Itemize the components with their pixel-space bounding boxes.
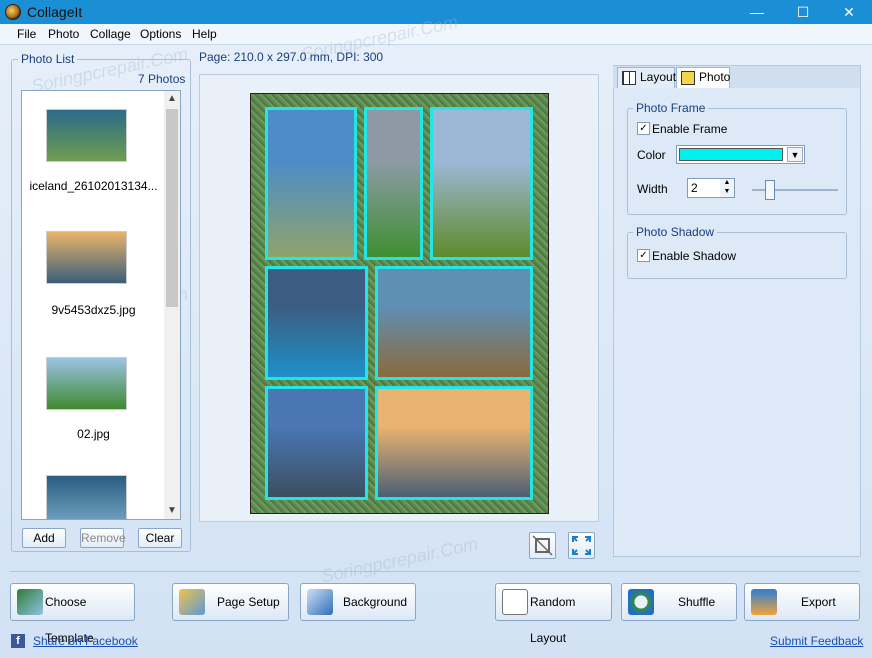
background-button[interactable]: Background (300, 583, 416, 621)
add-button[interactable]: Add (22, 528, 66, 548)
collage-photo (378, 269, 530, 377)
random-layout-label: Random Layout (530, 595, 576, 645)
export-button[interactable]: Export (744, 583, 860, 621)
collage-cell[interactable] (364, 107, 423, 260)
choose-template-button[interactable]: Choose Template (10, 583, 135, 645)
tab-layout[interactable]: Layout (617, 67, 677, 88)
crop-icon (532, 535, 553, 556)
stepper-down-icon[interactable]: ▼ (720, 188, 734, 197)
photo-name: iceland_26102013134... (29, 179, 158, 193)
submit-feedback-link[interactable]: Submit Feedback (770, 634, 863, 648)
collage-cell[interactable] (375, 266, 533, 380)
collage-page[interactable] (250, 93, 549, 514)
photo-list-scrollbar[interactable]: ▲ ▼ (164, 91, 180, 519)
width-label: Width (637, 182, 668, 196)
menu-help[interactable]: Help (192, 27, 217, 41)
shuffle-label: Shuffle (678, 595, 716, 609)
photo-name: 9v5453dxz5.jpg (51, 303, 136, 317)
page-setup-icon (179, 589, 205, 615)
expand-icon (572, 536, 591, 555)
tab-layout-label: Layout (640, 70, 677, 84)
width-value[interactable]: 2 (691, 181, 698, 195)
toolbar-separator (10, 571, 860, 572)
photo-thumbnail (46, 357, 127, 410)
photo-name: 02.jpg (77, 427, 110, 441)
title-bar: CollageIt — ☐ ✕ (0, 0, 872, 24)
photo-thumbnail (46, 109, 127, 162)
scroll-up-icon[interactable]: ▲ (164, 91, 180, 107)
frame-color-picker[interactable]: ▼ (676, 145, 805, 164)
enable-frame-checkbox[interactable]: ✓ (637, 122, 650, 135)
window-title: CollageIt (27, 4, 83, 20)
menu-collage[interactable]: Collage (90, 27, 131, 41)
color-label: Color (637, 148, 666, 162)
layout-icon (622, 71, 636, 85)
photo-shadow-legend: Photo Shadow (633, 225, 718, 239)
collage-cell[interactable] (375, 386, 533, 500)
collage-photo (433, 110, 530, 257)
background-icon (307, 589, 333, 615)
page-setup-button[interactable]: Page Setup (172, 583, 289, 621)
color-swatch (679, 148, 783, 161)
collage-photo (367, 110, 420, 257)
collage-photo (378, 389, 530, 497)
menu-photo[interactable]: Photo (48, 27, 79, 41)
export-label: Export (801, 595, 836, 609)
width-stepper[interactable]: 2 ▲ ▼ (687, 178, 735, 198)
enable-shadow-label: Enable Shadow (652, 249, 737, 263)
stepper-up-icon[interactable]: ▲ (720, 179, 734, 188)
collage-photo (268, 269, 365, 377)
photo-icon (681, 71, 695, 85)
crop-button[interactable] (529, 532, 556, 559)
share-facebook-link[interactable]: Share on Facebook (33, 634, 138, 648)
collage-cell[interactable] (265, 266, 368, 380)
scroll-down-icon[interactable]: ▼ (164, 503, 180, 519)
export-icon (751, 589, 777, 615)
background-label: Background (343, 595, 408, 609)
photo-list-legend: Photo List (18, 52, 78, 66)
template-icon (17, 589, 43, 615)
minimize-button[interactable]: — (734, 0, 780, 24)
enable-frame-label: Enable Frame (652, 122, 728, 136)
page-setup-label: Page Setup (217, 595, 280, 609)
clear-button[interactable]: Clear (138, 528, 182, 548)
tab-photo[interactable]: Photo (676, 67, 730, 88)
collage-cell[interactable] (265, 107, 357, 260)
enable-shadow-checkbox[interactable]: ✓ (637, 249, 650, 262)
photo-thumbnail (46, 231, 127, 284)
collage-cell[interactable] (430, 107, 533, 260)
facebook-icon[interactable]: f (11, 634, 25, 648)
fit-to-page-button[interactable] (568, 532, 595, 559)
menu-file[interactable]: File (17, 27, 36, 41)
dice-icon (502, 589, 528, 615)
collage-photo (268, 110, 354, 257)
remove-button[interactable]: Remove (80, 528, 126, 548)
photo-frame-legend: Photo Frame (633, 101, 709, 115)
page-info: Page: 210.0 x 297.0 mm, DPI: 300 (199, 50, 384, 64)
close-button[interactable]: ✕ (826, 0, 872, 24)
app-icon (5, 4, 21, 20)
width-slider-thumb[interactable] (765, 180, 775, 200)
collage-cell[interactable] (265, 386, 368, 500)
tab-photo-label: Photo (699, 70, 731, 84)
shuffle-button[interactable]: Shuffle (621, 583, 737, 621)
menu-options[interactable]: Options (140, 27, 181, 41)
maximize-button[interactable]: ☐ (780, 0, 826, 24)
random-layout-button[interactable]: Random Layout (495, 583, 612, 645)
photo-count: 7 Photos (138, 72, 186, 86)
collage-photo (268, 389, 365, 497)
shuffle-icon (628, 589, 654, 615)
photo-list[interactable]: iceland_26102013134... 9v5453dxz5.jpg 02… (21, 90, 181, 520)
menu-bar: File Photo Collage Options Help (0, 24, 872, 45)
chevron-down-icon[interactable]: ▼ (787, 147, 803, 162)
photo-thumbnail (46, 475, 127, 519)
scrollbar-thumb[interactable] (166, 109, 178, 307)
